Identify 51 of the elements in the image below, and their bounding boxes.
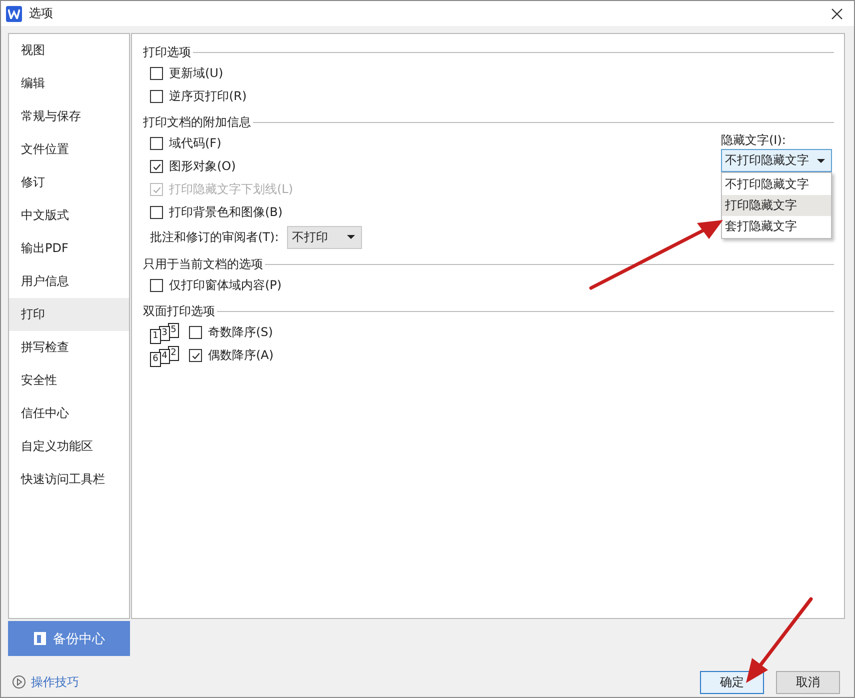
- sidebar-item[interactable]: 用户信息: [9, 265, 129, 298]
- dropdown-option[interactable]: 不打印隐藏文字: [722, 174, 831, 195]
- checkbox[interactable]: [150, 206, 163, 219]
- checkbox-label: 打印隐藏文字下划线(L): [169, 181, 294, 198]
- checkbox-label: 打印背景色和图像(B): [169, 204, 283, 221]
- checkbox-label: 仅打印窗体域内容(P): [169, 277, 282, 294]
- sidebar-item[interactable]: 快速访问工具栏: [9, 463, 129, 496]
- sidebar-item[interactable]: 输出PDF: [9, 232, 129, 265]
- backup-center-button[interactable]: 备份中心: [8, 621, 130, 656]
- hidden-text-dropdown[interactable]: 不打印隐藏文字: [721, 149, 832, 172]
- section-title: 双面打印选项: [143, 302, 215, 320]
- checkbox[interactable]: [150, 67, 163, 80]
- field-label: 隐藏文字(I):: [721, 132, 787, 149]
- sidebar-item[interactable]: 拼写检查: [9, 331, 129, 364]
- checkbox[interactable]: [150, 160, 163, 173]
- checkbox[interactable]: [150, 279, 163, 292]
- sidebar-item[interactable]: 安全性: [9, 364, 129, 397]
- sidebar-item[interactable]: 中文版式: [9, 199, 129, 232]
- cancel-button[interactable]: 取消: [776, 670, 840, 694]
- sidebar-item[interactable]: 修订: [9, 166, 129, 199]
- checkbox-label: 偶数降序(A): [208, 347, 274, 364]
- sidebar-item[interactable]: 打印: [9, 298, 129, 331]
- sidebar-item[interactable]: 自定义功能区: [9, 430, 129, 463]
- sidebar-item[interactable]: 文件位置: [9, 133, 129, 166]
- section-title: 打印文档的附加信息: [143, 114, 251, 130]
- document-icon: [33, 631, 47, 646]
- checkbox[interactable]: [189, 349, 202, 362]
- checkbox-label: 奇数降序(S): [208, 324, 273, 341]
- app-logo-icon: [6, 6, 22, 22]
- sidebar-item[interactable]: 常规与保存: [9, 100, 129, 133]
- dropdown-option[interactable]: 套打隐藏文字: [722, 216, 831, 237]
- sidebar-item[interactable]: 信任中心: [9, 397, 129, 430]
- checkbox-label: 图形对象(O): [169, 158, 236, 175]
- reviewer-dropdown[interactable]: 不打印: [286, 226, 362, 248]
- field-label: 批注和修订的审阅者(T):: [150, 228, 279, 246]
- dropdown-option[interactable]: 打印隐藏文字: [722, 195, 831, 216]
- ok-button[interactable]: 确定: [700, 670, 764, 694]
- section-title: 打印选项: [143, 44, 191, 60]
- checkbox[interactable]: [150, 90, 163, 103]
- checkbox[interactable]: [150, 137, 163, 150]
- sidebar-item[interactable]: 视图: [9, 34, 129, 67]
- play-icon: [12, 675, 26, 689]
- checkbox-label: 域代码(F): [169, 135, 222, 152]
- sidebar-item[interactable]: 编辑: [9, 67, 129, 100]
- section-title: 只用于当前文档的选项: [143, 256, 263, 272]
- checkbox-label: 逆序页打印(R): [169, 88, 247, 105]
- checkbox-label: 更新域(U): [169, 65, 224, 82]
- window-title: 选项: [29, 5, 53, 22]
- checkbox[interactable]: [189, 326, 202, 339]
- close-icon[interactable]: [830, 6, 844, 20]
- tips-link[interactable]: 操作技巧: [12, 674, 79, 690]
